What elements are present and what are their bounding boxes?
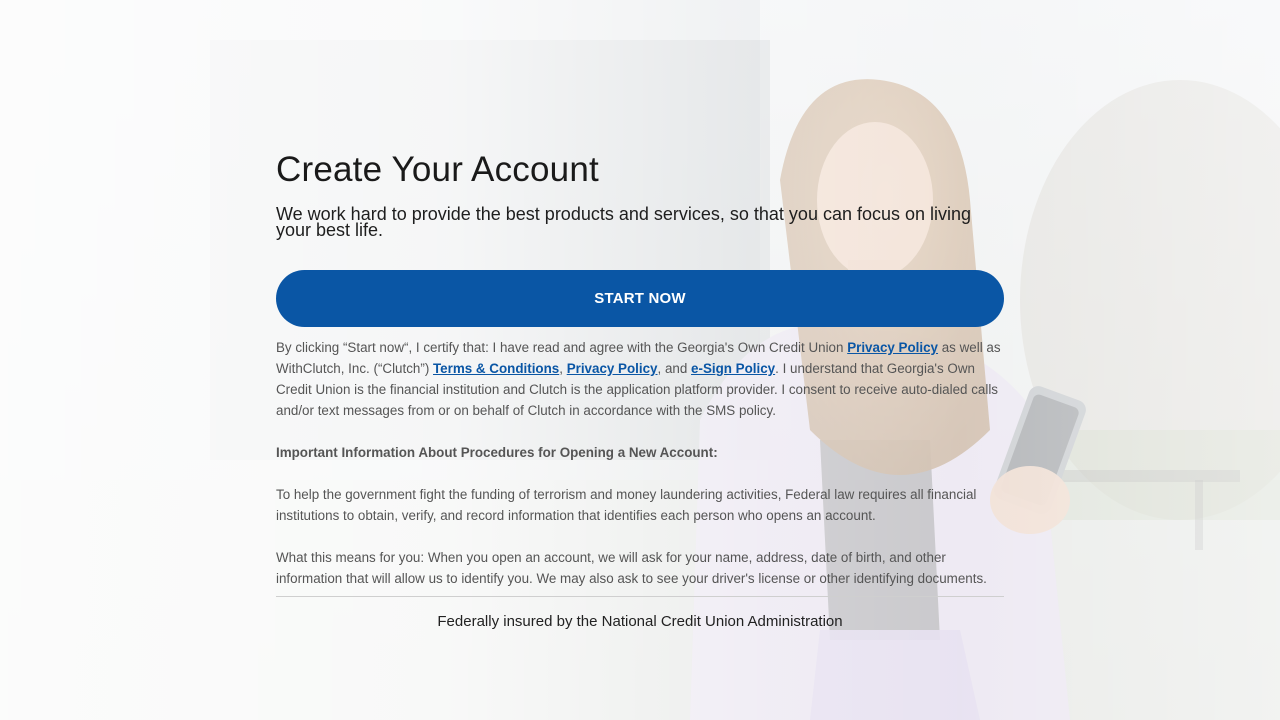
ncua-notice: Federally insured by the National Credit… — [437, 613, 843, 630]
consent-paragraph: By clicking “Start now“, I certify that:… — [276, 337, 1004, 421]
account-form-panel: Create Your Account We work hard to prov… — [276, 148, 1004, 630]
esign-policy-link[interactable]: e-Sign Policy — [691, 361, 775, 376]
consent-and: , and — [657, 361, 692, 376]
privacy-policy-link[interactable]: Privacy Policy — [847, 340, 938, 355]
patriot-act-paragraph: To help the government fight the funding… — [276, 487, 977, 523]
disclosure-text: By clicking “Start now“, I certify that:… — [276, 337, 1004, 589]
footer-divider — [276, 596, 1004, 597]
terms-conditions-link[interactable]: Terms & Conditions — [433, 361, 559, 376]
clutch-privacy-policy-link[interactable]: Privacy Policy — [567, 361, 658, 376]
account-creation-page: Create Your Account We work hard to prov… — [0, 0, 1280, 720]
consent-comma: , — [559, 361, 567, 376]
important-info-heading: Important Information About Procedures f… — [276, 445, 718, 460]
start-now-button[interactable]: START NOW — [276, 270, 1004, 327]
page-title: Create Your Account — [276, 150, 599, 189]
page-subtitle: We work hard to provide the best product… — [276, 204, 972, 240]
what-this-means-paragraph: What this means for you: When you open a… — [276, 550, 987, 586]
consent-text-1: By clicking “Start now“, I certify that:… — [276, 340, 848, 355]
